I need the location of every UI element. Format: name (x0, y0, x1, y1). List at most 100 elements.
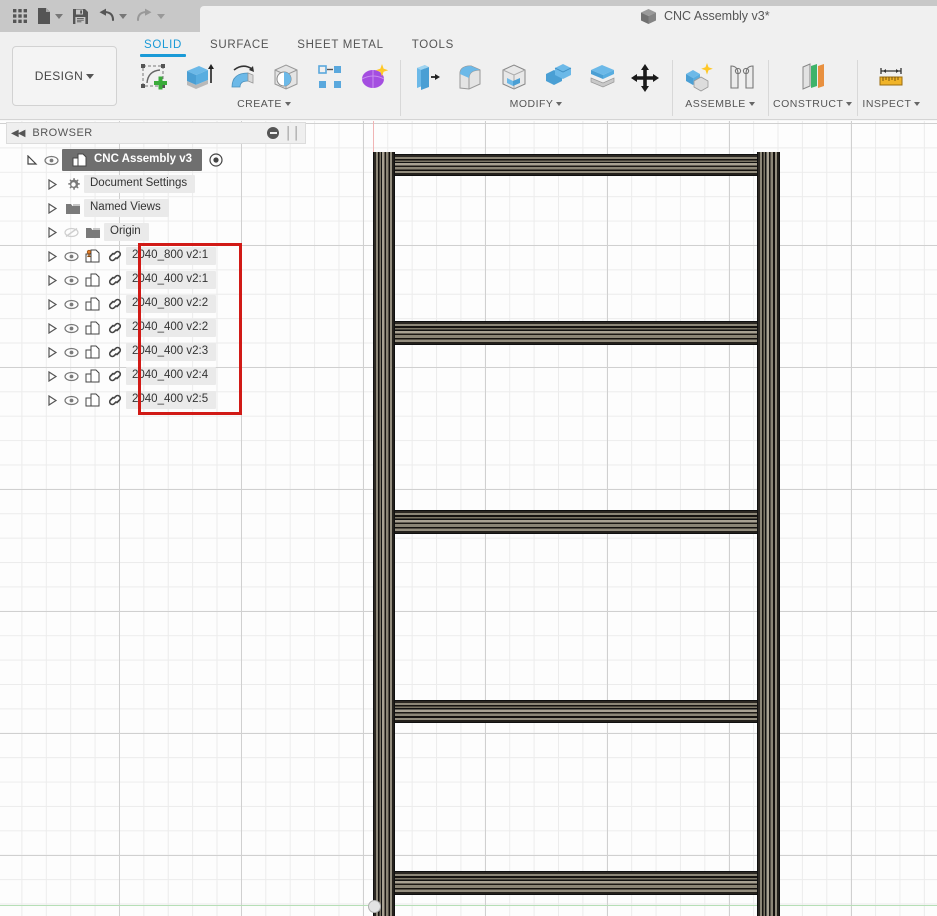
component-label[interactable]: 2040_800 v2:1 (126, 247, 217, 265)
expand-collapse-icon[interactable] (44, 340, 60, 364)
joint-tool[interactable] (721, 56, 763, 98)
tree-node-label[interactable]: Document Settings (84, 175, 196, 193)
tab-surface[interactable]: SURFACE (196, 36, 283, 57)
workspace-switcher[interactable]: DESIGN (12, 46, 117, 106)
component-label[interactable]: 2040_400 v2:3 (126, 343, 217, 361)
tree-node-label[interactable]: Origin (104, 223, 149, 241)
expand-collapse-icon[interactable] (44, 388, 60, 412)
expand-collapse-icon[interactable] (44, 316, 60, 340)
component-label[interactable]: 2040_800 v2:2 (126, 295, 217, 313)
tree-row-component[interactable]: 2040_400 v2:5 (6, 388, 306, 412)
component-label[interactable]: 2040_400 v2:1 (126, 271, 217, 289)
expand-collapse-icon[interactable] (44, 172, 60, 196)
tree-row-component[interactable]: 2040_400 v2:4 (6, 364, 306, 388)
component-grounded-icon[interactable] (82, 249, 104, 263)
combine-tool[interactable] (537, 56, 579, 98)
component-icon[interactable] (82, 297, 104, 311)
rectangular-pattern-tool[interactable] (309, 56, 351, 98)
inspect-panel-dropdown[interactable]: INSPECT (862, 98, 921, 110)
component-icon[interactable] (82, 273, 104, 287)
tab-sheet-metal[interactable]: SHEET METAL (283, 36, 398, 57)
component-icon[interactable] (82, 345, 104, 359)
tree-row-component[interactable]: 2040_800 v2:1 (6, 244, 306, 268)
activate-radio-icon[interactable] (205, 153, 227, 167)
tree-row-root[interactable]: CNC Assembly v3 (6, 148, 306, 172)
component-icon[interactable] (82, 321, 104, 335)
visibility-eye-icon[interactable] (60, 395, 82, 406)
visibility-eye-icon[interactable] (60, 275, 82, 286)
tree-row-component[interactable]: 2040_800 v2:2 (6, 292, 306, 316)
expand-collapse-icon[interactable] (44, 196, 60, 220)
measure-tool[interactable] (870, 56, 912, 98)
expand-collapse-icon[interactable] (44, 364, 60, 388)
link-icon[interactable] (104, 249, 126, 263)
double-left-arrow-icon[interactable]: ◀◀ (11, 128, 25, 139)
link-icon[interactable] (104, 321, 126, 335)
tab-surface-label: SURFACE (210, 39, 270, 51)
shell-tool[interactable] (493, 56, 535, 98)
tree-row-component[interactable]: 2040_400 v2:2 (6, 316, 306, 340)
link-icon[interactable] (104, 369, 126, 383)
visibility-eye-hidden-icon[interactable] (60, 227, 82, 238)
rail-bottom[interactable] (381, 871, 761, 895)
tree-row-named-views[interactable]: Named Views (6, 196, 306, 220)
extrude-tool[interactable] (177, 56, 219, 98)
visibility-eye-icon[interactable] (60, 299, 82, 310)
expand-collapse-icon[interactable] (24, 148, 40, 172)
fillet-tool[interactable] (449, 56, 491, 98)
tree-row-component[interactable]: 2040_400 v2:3 (6, 340, 306, 364)
tab-solid[interactable]: SOLID (130, 36, 196, 57)
rail-top[interactable] (381, 154, 761, 176)
new-component-tool[interactable] (677, 56, 719, 98)
expand-collapse-icon[interactable] (44, 244, 60, 268)
modify-panel-dropdown[interactable]: MODIFY (510, 98, 563, 110)
construct-panel-dropdown[interactable]: CONSTRUCT (773, 98, 853, 110)
create-form-tool[interactable] (353, 56, 395, 98)
visibility-eye-icon[interactable] (60, 371, 82, 382)
expand-collapse-icon[interactable] (44, 268, 60, 292)
component-label[interactable]: 2040_400 v2:5 (126, 391, 217, 409)
link-icon[interactable] (104, 393, 126, 407)
save-button[interactable] (68, 2, 92, 30)
component-label[interactable]: 2040_400 v2:2 (126, 319, 217, 337)
create-panel-dropdown[interactable]: CREATE (237, 98, 291, 110)
move-copy-tool[interactable] (625, 56, 667, 98)
origin-point-marker[interactable] (368, 900, 381, 913)
tree-row-origin[interactable]: Origin (6, 220, 306, 244)
visibility-eye-icon[interactable] (60, 347, 82, 358)
link-icon[interactable] (104, 345, 126, 359)
resize-grip-icon[interactable]: ││ (285, 127, 301, 139)
hole-tool[interactable] (265, 56, 307, 98)
component-label[interactable]: 2040_400 v2:4 (126, 367, 217, 385)
revolve-tool[interactable] (221, 56, 263, 98)
expand-collapse-icon[interactable] (44, 220, 60, 244)
component-icon[interactable] (82, 393, 104, 407)
minus-circle-icon[interactable] (267, 127, 279, 139)
offset-plane-tool[interactable] (792, 56, 834, 98)
tree-row-document-settings[interactable]: Document Settings (6, 172, 306, 196)
visibility-eye-icon[interactable] (60, 251, 82, 262)
visibility-eye-icon[interactable] (40, 155, 62, 166)
press-pull-tool[interactable] (405, 56, 447, 98)
rail-upper[interactable] (381, 321, 761, 345)
visibility-eye-icon[interactable] (60, 323, 82, 334)
left-post[interactable] (373, 152, 395, 916)
right-post[interactable] (757, 152, 780, 916)
assemble-panel-dropdown[interactable]: ASSEMBLE (685, 98, 755, 110)
link-icon[interactable] (104, 273, 126, 287)
create-sketch-tool[interactable] (133, 56, 175, 98)
link-icon[interactable] (104, 297, 126, 311)
new-file-button[interactable] (34, 2, 66, 30)
rail-lower[interactable] (381, 700, 761, 723)
root-node[interactable]: CNC Assembly v3 (62, 149, 203, 171)
undo-button[interactable] (94, 2, 130, 30)
split-body-tool[interactable] (581, 56, 623, 98)
expand-collapse-icon[interactable] (44, 292, 60, 316)
redo-button[interactable] (132, 2, 168, 30)
tree-row-component[interactable]: 2040_400 v2:1 (6, 268, 306, 292)
rail-middle[interactable] (381, 510, 761, 534)
component-icon[interactable] (82, 369, 104, 383)
tree-node-label[interactable]: Named Views (84, 199, 169, 217)
app-grid-button[interactable] (8, 2, 32, 30)
tab-tools[interactable]: TOOLS (398, 36, 468, 57)
